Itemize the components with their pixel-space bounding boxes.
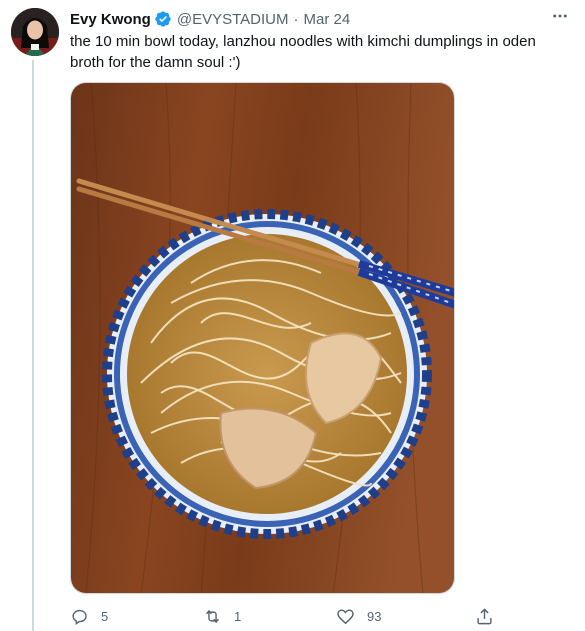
more-horizontal-icon xyxy=(553,14,567,18)
thread-line xyxy=(32,60,34,631)
author-handle[interactable]: @EVYSTADIUM xyxy=(177,11,289,28)
more-options-button[interactable] xyxy=(547,6,573,26)
heart-icon xyxy=(337,608,354,624)
reply-icon xyxy=(72,609,87,625)
author-name[interactable]: Evy Kwong xyxy=(70,11,151,28)
tweet-date[interactable]: Mar 24 xyxy=(304,11,351,28)
tweet-actions: 5 1 93 xyxy=(70,604,510,628)
food-photo xyxy=(71,83,454,593)
reply-count: 5 xyxy=(101,608,109,624)
reply-button[interactable]: 5 xyxy=(70,604,108,628)
retweet-button[interactable]: 1 xyxy=(203,604,241,628)
tweet-header: Evy Kwong @EVYSTADIUM · Mar 24 xyxy=(70,8,575,30)
verified-badge-icon xyxy=(155,11,171,27)
avatar[interactable] xyxy=(11,8,59,56)
retweet-count: 1 xyxy=(234,608,242,624)
separator-dot: · xyxy=(293,10,299,28)
tweet-text: the 10 min bowl today, lanzhou noodles w… xyxy=(70,33,540,71)
share-icon xyxy=(477,607,492,624)
like-count: 93 xyxy=(367,608,382,624)
share-button[interactable] xyxy=(475,604,506,628)
tweet-media-photo[interactable] xyxy=(70,82,455,594)
retweet-icon xyxy=(206,609,219,623)
like-button[interactable]: 93 xyxy=(336,604,381,628)
